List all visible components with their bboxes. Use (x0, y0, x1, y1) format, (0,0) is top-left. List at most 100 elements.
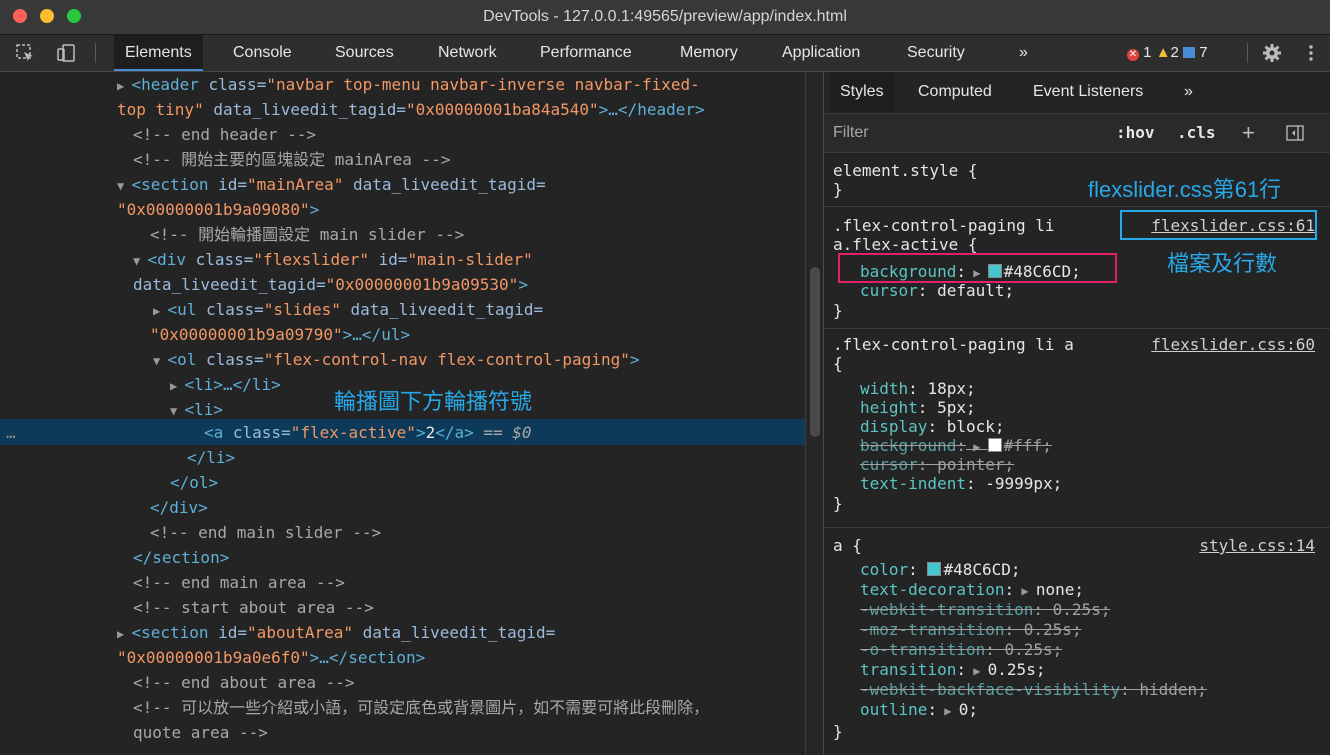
settings-gear-icon[interactable] (1262, 43, 1282, 63)
dom-node-div-cont[interactable]: data_liveedit_tagid="0x00000001b9a09530"… (133, 272, 528, 297)
source-link-flexslider-60[interactable]: flexslider.css:60 (1151, 335, 1315, 354)
cls-toggle[interactable]: .cls (1177, 114, 1216, 152)
more-sidebar-tabs-button[interactable]: » (1174, 72, 1203, 112)
css-prop-text-decoration[interactable]: text-decoration: ▶ none; (860, 580, 1084, 601)
dom-node-ul-cont[interactable]: "0x00000001b9a09790">…</ul> (150, 322, 410, 347)
rule-close-brace: } (833, 722, 843, 741)
css-prop-width[interactable]: width: 18px; (860, 379, 976, 398)
device-toolbar-icon[interactable] (56, 43, 76, 63)
tab-event-listeners[interactable]: Event Listeners (1023, 72, 1153, 112)
dom-node-li-collapsed[interactable]: ▶ <li>…</li> (170, 372, 281, 397)
expand-arrow-icon[interactable]: ▶ (966, 440, 988, 454)
tab-memory[interactable]: Memory (669, 35, 749, 71)
more-options-kebab-icon[interactable] (1305, 43, 1317, 63)
css-prop-webkit-transition[interactable]: -webkit-transition: 0.25s; (860, 600, 1110, 619)
dom-node-section-about-cont[interactable]: "0x00000001b9a0e6f0">…</section> (117, 645, 425, 670)
hov-toggle[interactable]: :hov (1116, 114, 1155, 152)
dom-closing-tag[interactable]: </li> (187, 445, 235, 470)
dom-node-ul-slides[interactable]: ▶ <ul class="slides" data_liveedit_tagid… (153, 297, 543, 322)
more-tabs-button[interactable]: » (1008, 35, 1039, 71)
expand-arrow-icon[interactable]: ▶ (1014, 584, 1036, 598)
expand-arrow-icon[interactable]: ▶ (966, 664, 988, 678)
css-prop-cursor[interactable]: cursor: default; (860, 281, 1014, 300)
tab-sources[interactable]: Sources (324, 35, 405, 71)
css-prop-background-overridden[interactable]: background: ▶ #fff; (860, 436, 1052, 457)
rule-selector: a { (833, 536, 862, 555)
css-prop-outline[interactable]: outline: ▶ 0; (860, 700, 978, 721)
dom-node-section-main-cont[interactable]: "0x00000001b9a09080"> (117, 197, 319, 222)
tab-application[interactable]: Application (771, 35, 871, 71)
rule-a[interactable]: a { style.css:14 color: #48C6CD; text-de… (824, 528, 1330, 755)
expand-arrow-icon[interactable]: ▶ (937, 704, 959, 718)
message-count: 7 (1199, 44, 1208, 61)
css-prop-height[interactable]: height: 5px; (860, 398, 976, 417)
dom-node-a-flex-active[interactable]: <a class="flex-active">2</a> == $0 (204, 420, 532, 445)
toggle-sidebar-icon[interactable] (1286, 125, 1304, 141)
issue-counters[interactable]: ✕ 1 ▲2 7 (1127, 35, 1208, 71)
dom-node-div-flexslider[interactable]: ▼ <div class="flexslider" id="main-slide… (133, 247, 533, 272)
expand-triangle-icon[interactable]: ▶ (117, 627, 131, 641)
css-prop-webkit-backface-visibility[interactable]: -webkit-backface-visibility: hidden; (860, 680, 1207, 699)
error-icon: ✕ (1127, 49, 1139, 61)
color-swatch[interactable] (927, 562, 942, 576)
dom-comment[interactable]: <!-- start about area --> (133, 595, 374, 620)
collapse-triangle-icon[interactable]: ▼ (153, 354, 167, 368)
dom-comment[interactable]: <!-- end main slider --> (150, 520, 381, 545)
css-prop-transition[interactable]: transition: ▶ 0.25s; (860, 660, 1045, 681)
dom-comment[interactable]: quote area --> (133, 720, 268, 745)
dom-closing-tag[interactable]: </ol> (170, 470, 218, 495)
dom-comment[interactable]: <!-- 可以放一些介紹或小語，可設定底色或背景圖片，如不需要可將此段刪除， (133, 695, 709, 720)
source-link-style-14[interactable]: style.css:14 (1199, 536, 1315, 555)
rule-selector: .flex-control-paging li a (833, 335, 1074, 354)
collapse-triangle-icon[interactable]: ▼ (170, 404, 184, 418)
css-prop-o-transition[interactable]: -o-transition: 0.25s; (860, 640, 1062, 659)
dom-comment[interactable]: <!-- 開始輪播圖設定 main slider --> (150, 222, 464, 247)
rule-close-brace: } (833, 494, 843, 513)
node-actions-ellipsis[interactable]: … (6, 420, 16, 445)
dom-comment[interactable]: <!-- 開始主要的區塊設定 mainArea --> (133, 147, 450, 172)
dom-node-ol-paging[interactable]: ▼ <ol class="flex-control-nav flex-contr… (153, 347, 639, 372)
dom-node-li-open[interactable]: ▼ <li> (170, 397, 223, 422)
warning-icon: ▲ (1155, 44, 1171, 61)
tab-styles[interactable]: Styles (830, 72, 894, 112)
rule-selector: { (833, 354, 843, 373)
tab-performance[interactable]: Performance (529, 35, 643, 71)
dom-scrollbar-thumb[interactable] (810, 267, 820, 437)
dom-node-section-about[interactable]: ▶ <section id="aboutArea" data_liveedit_… (117, 620, 555, 645)
css-prop-display[interactable]: display: block; (860, 417, 1005, 436)
rule-selector: .flex-control-paging li (833, 216, 1055, 235)
dom-node-section-main[interactable]: ▼ <section id="mainArea" data_liveedit_t… (117, 172, 546, 197)
dom-node-header[interactable]: ▶ <header class="navbar top-menu navbar-… (117, 72, 700, 97)
file-line-annotation: flexslider.css第61行 (1088, 177, 1282, 202)
css-prop-cursor-overridden[interactable]: cursor: pointer; (860, 455, 1014, 474)
collapse-triangle-icon[interactable]: ▼ (133, 254, 147, 268)
dom-node-header-cont[interactable]: top tiny" data_liveedit_tagid="0x0000000… (117, 97, 705, 122)
dom-comment[interactable]: <!-- end about area --> (133, 670, 355, 695)
css-prop-moz-transition[interactable]: -moz-transition: 0.25s; (860, 620, 1082, 639)
expand-triangle-icon[interactable]: ▶ (117, 79, 131, 93)
tab-console[interactable]: Console (222, 35, 303, 71)
inspect-element-icon[interactable] (15, 43, 35, 63)
expand-triangle-icon[interactable]: ▶ (153, 304, 167, 318)
rule-paging-li-a[interactable]: .flex-control-paging li a { flexslider.c… (824, 329, 1330, 528)
dom-closing-tag[interactable]: </div> (150, 495, 208, 520)
css-prop-text-indent[interactable]: text-indent: -9999px; (860, 474, 1062, 493)
dom-comment[interactable]: <!-- end main area --> (133, 570, 345, 595)
expand-triangle-icon[interactable]: ▶ (170, 379, 184, 393)
styles-filter-input[interactable]: Filter (833, 114, 869, 152)
rule-close-brace: } (833, 180, 843, 199)
tab-computed[interactable]: Computed (908, 72, 1002, 112)
dom-comment[interactable]: <!-- end header --> (133, 122, 316, 147)
color-swatch[interactable] (987, 438, 1002, 452)
css-prop-color[interactable]: color: #48C6CD; (860, 560, 1021, 579)
new-style-rule-button[interactable]: + (1242, 114, 1255, 152)
tab-security[interactable]: Security (896, 35, 976, 71)
dom-closing-tag[interactable]: </section> (133, 545, 229, 570)
dom-scrollbar[interactable] (805, 72, 824, 755)
tab-elements[interactable]: Elements (114, 35, 203, 71)
source-link-highlight-box (1120, 210, 1317, 240)
tab-network[interactable]: Network (427, 35, 508, 71)
collapse-triangle-icon[interactable]: ▼ (117, 179, 131, 193)
title-bar: DevTools - 127.0.0.1:49565/preview/app/i… (0, 0, 1330, 35)
file-line-caption: 檔案及行數 (1167, 251, 1278, 276)
